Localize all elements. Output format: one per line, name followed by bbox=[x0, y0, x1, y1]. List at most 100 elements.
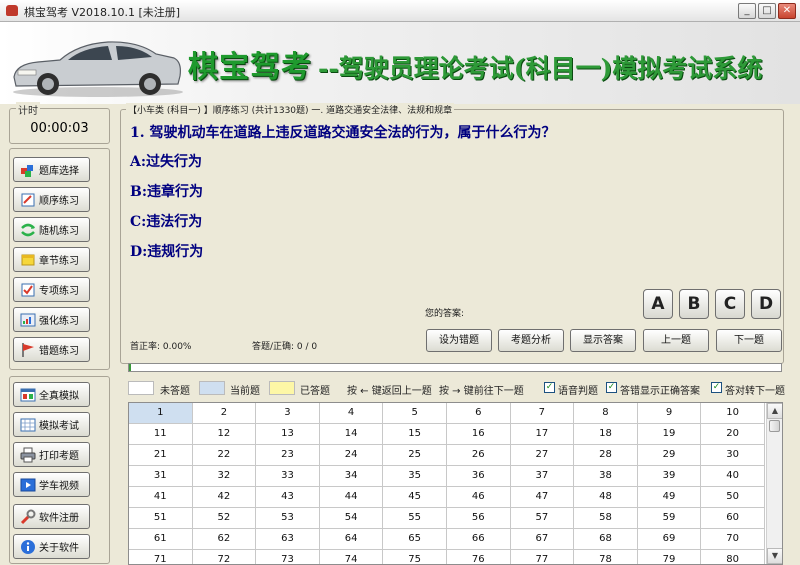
question-cell[interactable]: 7 bbox=[510, 403, 575, 424]
question-cell[interactable]: 5 bbox=[383, 403, 447, 424]
question-cell[interactable]: 57 bbox=[510, 508, 575, 529]
question-cell[interactable]: 31 bbox=[129, 466, 193, 487]
minimize-button[interactable]: _ bbox=[738, 3, 756, 19]
question-cell[interactable]: 9 bbox=[637, 403, 702, 424]
question-cell[interactable]: 47 bbox=[510, 487, 575, 508]
question-cell[interactable]: 3 bbox=[256, 403, 320, 424]
question-cell[interactable]: 20 bbox=[701, 424, 765, 445]
sequence-practice-button[interactable]: 顺序练习 bbox=[13, 187, 90, 212]
question-cell[interactable]: 48 bbox=[574, 487, 638, 508]
option-d[interactable]: D:违规行为 bbox=[130, 241, 203, 261]
answer-a-button[interactable]: A bbox=[643, 289, 673, 319]
question-cell[interactable]: 75 bbox=[383, 550, 447, 564]
answer-d-button[interactable]: D bbox=[751, 289, 781, 319]
intensive-practice-button[interactable]: 强化练习 bbox=[13, 307, 90, 332]
scroll-thumb[interactable] bbox=[769, 420, 780, 432]
question-cell[interactable]: 33 bbox=[256, 466, 320, 487]
answer-b-button[interactable]: B bbox=[679, 289, 709, 319]
register-button[interactable]: 软件注册 bbox=[13, 504, 90, 529]
question-cell[interactable]: 54 bbox=[319, 508, 384, 529]
question-cell[interactable]: 15 bbox=[383, 424, 447, 445]
question-cell[interactable]: 28 bbox=[574, 445, 638, 466]
question-cell[interactable]: 36 bbox=[446, 466, 511, 487]
scroll-up-icon[interactable]: ▲ bbox=[767, 403, 782, 419]
question-cell[interactable]: 56 bbox=[446, 508, 511, 529]
question-cell[interactable]: 13 bbox=[256, 424, 320, 445]
question-cell[interactable]: 46 bbox=[446, 487, 511, 508]
mock-exam-button[interactable]: 模拟考试 bbox=[13, 412, 90, 437]
question-cell[interactable]: 44 bbox=[319, 487, 384, 508]
question-cell[interactable]: 14 bbox=[319, 424, 384, 445]
full-simulation-button[interactable]: 全真模拟 bbox=[13, 382, 90, 407]
question-cell[interactable]: 40 bbox=[701, 466, 765, 487]
question-cell[interactable]: 17 bbox=[510, 424, 575, 445]
grid-scrollbar[interactable]: ▲ ▼ bbox=[766, 403, 782, 564]
question-cell[interactable]: 22 bbox=[192, 445, 257, 466]
question-cell[interactable]: 42 bbox=[192, 487, 257, 508]
question-cell[interactable]: 74 bbox=[320, 550, 384, 564]
question-cell[interactable]: 58 bbox=[574, 508, 638, 529]
question-cell[interactable]: 24 bbox=[319, 445, 384, 466]
question-cell[interactable]: 64 bbox=[319, 529, 384, 550]
question-cell[interactable]: 50 bbox=[701, 487, 765, 508]
question-cell[interactable]: 35 bbox=[383, 466, 447, 487]
option-a[interactable]: A:过失行为 bbox=[130, 151, 202, 171]
question-cell[interactable]: 65 bbox=[383, 529, 447, 550]
close-button[interactable]: ✕ bbox=[778, 3, 796, 19]
question-cell[interactable]: 73 bbox=[256, 550, 320, 564]
question-cell[interactable]: 2 bbox=[192, 403, 257, 424]
question-cell[interactable]: 16 bbox=[446, 424, 511, 445]
next-question-button[interactable]: 下一题 bbox=[716, 329, 782, 352]
question-cell[interactable]: 78 bbox=[574, 550, 638, 564]
wrong-questions-button[interactable]: 错题练习 bbox=[13, 337, 90, 362]
auto-next-checkbox[interactable]: ✓ bbox=[711, 382, 722, 393]
chapter-practice-button[interactable]: 章节练习 bbox=[13, 247, 90, 272]
question-cell[interactable]: 80 bbox=[701, 550, 765, 564]
question-cell[interactable]: 30 bbox=[701, 445, 765, 466]
question-cell[interactable]: 1 bbox=[129, 403, 193, 424]
question-analysis-button[interactable]: 考题分析 bbox=[498, 329, 564, 352]
answer-c-button[interactable]: C bbox=[715, 289, 745, 319]
question-cell[interactable]: 51 bbox=[129, 508, 193, 529]
question-cell[interactable]: 71 bbox=[129, 550, 193, 564]
random-practice-button[interactable]: 随机练习 bbox=[13, 217, 90, 242]
learning-video-button[interactable]: 学车视频 bbox=[13, 472, 90, 497]
scroll-down-icon[interactable]: ▼ bbox=[767, 548, 782, 564]
question-cell[interactable]: 77 bbox=[511, 550, 575, 564]
question-cell[interactable]: 53 bbox=[256, 508, 320, 529]
question-cell[interactable]: 68 bbox=[574, 529, 638, 550]
option-b[interactable]: B:违章行为 bbox=[130, 181, 203, 201]
previous-question-button[interactable]: 上一题 bbox=[643, 329, 709, 352]
question-cell[interactable]: 25 bbox=[383, 445, 447, 466]
question-cell[interactable]: 27 bbox=[510, 445, 575, 466]
question-cell[interactable]: 34 bbox=[319, 466, 384, 487]
special-practice-button[interactable]: 专项练习 bbox=[13, 277, 90, 302]
question-cell[interactable]: 59 bbox=[637, 508, 702, 529]
question-bank-button[interactable]: 题库选择 bbox=[13, 157, 90, 182]
option-c[interactable]: C:违法行为 bbox=[130, 211, 202, 231]
question-cell[interactable]: 26 bbox=[446, 445, 511, 466]
question-cell[interactable]: 41 bbox=[129, 487, 193, 508]
question-cell[interactable]: 8 bbox=[574, 403, 638, 424]
about-button[interactable]: 关于软件 bbox=[13, 534, 90, 559]
question-cell[interactable]: 79 bbox=[638, 550, 702, 564]
question-cell[interactable]: 72 bbox=[193, 550, 257, 564]
question-cell[interactable]: 49 bbox=[637, 487, 702, 508]
voice-checkbox[interactable]: ✓ bbox=[544, 382, 555, 393]
question-cell[interactable]: 21 bbox=[129, 445, 193, 466]
maximize-button[interactable]: □ bbox=[758, 3, 776, 19]
question-cell[interactable]: 39 bbox=[637, 466, 702, 487]
question-cell[interactable]: 4 bbox=[319, 403, 384, 424]
question-cell[interactable]: 38 bbox=[574, 466, 638, 487]
question-cell[interactable]: 37 bbox=[510, 466, 575, 487]
question-cell[interactable]: 52 bbox=[192, 508, 257, 529]
question-cell[interactable]: 32 bbox=[192, 466, 257, 487]
show-answer-button[interactable]: 显示答案 bbox=[570, 329, 636, 352]
question-cell[interactable]: 63 bbox=[256, 529, 320, 550]
question-cell[interactable]: 66 bbox=[446, 529, 511, 550]
print-questions-button[interactable]: 打印考题 bbox=[13, 442, 90, 467]
question-cell[interactable]: 11 bbox=[129, 424, 193, 445]
question-cell[interactable]: 19 bbox=[637, 424, 702, 445]
question-cell[interactable]: 10 bbox=[701, 403, 765, 424]
question-cell[interactable]: 23 bbox=[256, 445, 320, 466]
